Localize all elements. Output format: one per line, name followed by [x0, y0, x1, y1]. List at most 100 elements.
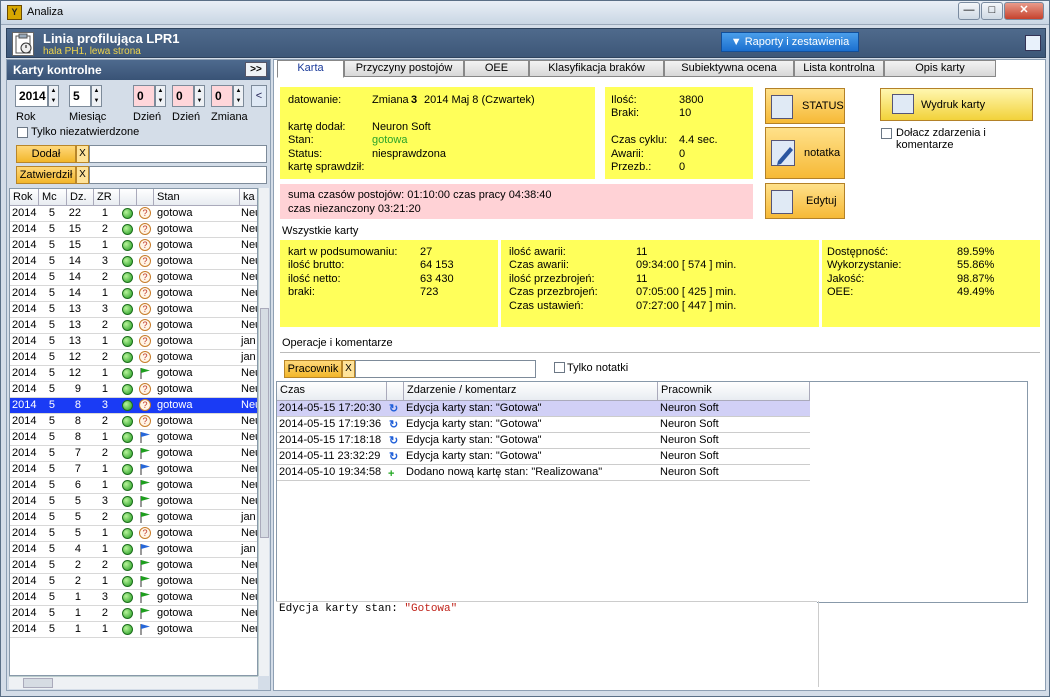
- added-by-button[interactable]: Dodał: [16, 145, 76, 163]
- col-status1[interactable]: [120, 189, 137, 206]
- status-button[interactable]: STATUS: [765, 88, 845, 124]
- col-rok[interactable]: Rok: [10, 189, 39, 206]
- cards-vscroll-thumb[interactable]: [260, 308, 269, 538]
- col-mc[interactable]: Mc: [39, 189, 67, 206]
- month-field[interactable]: 5: [69, 85, 91, 107]
- edit-button[interactable]: Edytuj: [765, 183, 845, 219]
- shift-field[interactable]: 0: [211, 85, 233, 107]
- added-by-input[interactable]: [89, 145, 267, 163]
- collapse-button[interactable]: <: [251, 85, 267, 107]
- unapproved-checkbox[interactable]: [17, 127, 28, 138]
- day2-field[interactable]: 0: [172, 85, 194, 107]
- table-row[interactable]: 20145133?gotowaNeu: [10, 302, 257, 318]
- shift-stepper[interactable]: ▲ ▼: [233, 85, 244, 107]
- window-icon[interactable]: [1025, 35, 1041, 51]
- worker-filter-clear[interactable]: X: [342, 360, 355, 378]
- expand-button[interactable]: >>: [245, 62, 267, 77]
- attach-events-checkbox[interactable]: [881, 128, 892, 139]
- col-icon[interactable]: [387, 382, 404, 401]
- tab-0[interactable]: Karta: [277, 60, 344, 78]
- table-row[interactable]: 20145141?gotowaNeu: [10, 286, 257, 302]
- table-row[interactable]: 2014551?gotowaNeu: [10, 526, 257, 542]
- row-month: 5: [48, 207, 55, 219]
- col-time[interactable]: Czas: [277, 382, 387, 401]
- col-status2[interactable]: [137, 189, 154, 206]
- row-month: 5: [48, 399, 55, 411]
- row-day: 7: [74, 447, 81, 459]
- col-worker[interactable]: Pracownik: [658, 382, 810, 401]
- table-row[interactable]: 20145132?gotowaNeu: [10, 318, 257, 334]
- table-row[interactable]: 2014582?gotowaNeu: [10, 414, 257, 430]
- tab-6[interactable]: Opis karty: [884, 60, 996, 77]
- only-notes-checkbox[interactable]: [554, 362, 565, 373]
- table-row[interactable]: 2014572gotowaNeu: [10, 446, 257, 462]
- table-row[interactable]: 20145151?gotowaNeu: [10, 238, 257, 254]
- ops-row[interactable]: 2014-05-15 17:20:30 ↻ Edycja karty stan: "…: [277, 401, 810, 417]
- table-row[interactable]: 2014522gotowaNeu: [10, 558, 257, 574]
- tab-1[interactable]: Przyczyny postojów: [344, 60, 464, 77]
- day1-field[interactable]: 0: [133, 85, 155, 107]
- question-icon: ?: [139, 527, 151, 539]
- col2-label: ilość przezbrojeń:: [509, 272, 595, 285]
- table-row[interactable]: 2014 5 13 1? gotowa jan: [10, 334, 257, 350]
- table-row[interactable]: 2014 5 12 2? gotowa jan: [10, 350, 257, 366]
- table-row[interactable]: 2014561gotowaNeu: [10, 478, 257, 494]
- table-row[interactable]: 2014571gotowaNeu: [10, 462, 257, 478]
- reports-button[interactable]: ▼ Raporty i zestawienia: [721, 32, 859, 52]
- row-state: gotowa: [157, 415, 193, 427]
- table-row[interactable]: 2014511gotowaNeu: [10, 622, 257, 638]
- ops-row[interactable]: 2014-05-10 19:34:58 + Dodano nową kartę st…: [277, 465, 810, 481]
- col-ka[interactable]: ka: [240, 189, 257, 206]
- table-row[interactable]: 20145221?gotowaNeu: [10, 206, 257, 222]
- blue-flag-icon: [139, 543, 151, 555]
- table-row[interactable]: 2014553gotowaNeu: [10, 494, 257, 510]
- year-stepper[interactable]: ▲ ▼: [48, 85, 59, 107]
- tab-5[interactable]: Lista kontrolna: [794, 60, 884, 77]
- ops-vscroll[interactable]: [1027, 382, 1028, 602]
- ok-status-icon: [122, 208, 133, 219]
- col-stan[interactable]: Stan: [154, 189, 240, 206]
- tab-2[interactable]: OEE: [464, 60, 529, 77]
- added-by-clear-button[interactable]: X: [76, 145, 89, 163]
- day1-stepper[interactable]: ▲ ▼: [155, 85, 166, 107]
- table-row[interactable]: 20145143?gotowaNeu: [10, 254, 257, 270]
- table-row[interactable]: 2014521gotowaNeu: [10, 574, 257, 590]
- col-zr[interactable]: ZR: [94, 189, 120, 206]
- worker-filter-input[interactable]: [355, 360, 536, 378]
- cards-hscroll[interactable]: [9, 676, 258, 689]
- ops-row[interactable]: 2014-05-15 17:18:18 ↻ Edycja karty stan: "…: [277, 433, 810, 449]
- approved-by-input[interactable]: [89, 166, 267, 184]
- table-row[interactable]: 20145142?gotowaNeu: [10, 270, 257, 286]
- row-state: gotowa: [157, 207, 193, 219]
- day2-stepper[interactable]: ▲ ▼: [194, 85, 205, 107]
- table-row[interactable]: 2014512gotowaNeu: [10, 606, 257, 622]
- table-row[interactable]: 2014591?gotowaNeu: [10, 382, 257, 398]
- year-field[interactable]: 2014: [15, 85, 48, 107]
- table-row[interactable]: 20145121gotowaNeu: [10, 366, 257, 382]
- close-button[interactable]: ✕: [1004, 2, 1044, 20]
- table-row[interactable]: 2014513gotowaNeu: [10, 590, 257, 606]
- table-row[interactable]: 20145152?gotowaNeu: [10, 222, 257, 238]
- minimize-button[interactable]: —: [958, 2, 980, 20]
- approved-by-button[interactable]: Zatwierdził: [16, 166, 76, 184]
- note-button[interactable]: notatka: [765, 127, 845, 179]
- month-stepper[interactable]: ▲ ▼: [91, 85, 102, 107]
- tab-4[interactable]: Subiektywna ocena: [664, 60, 794, 77]
- table-row[interactable]: 2014 5 5 2 gotowa jan: [10, 510, 257, 526]
- col-dz[interactable]: Dz.: [67, 189, 94, 206]
- worker-filter-button[interactable]: Pracownik: [284, 360, 342, 378]
- cards-vscroll[interactable]: [258, 188, 269, 676]
- tab-3[interactable]: Klasyfikacja braków: [529, 60, 664, 77]
- ops-row[interactable]: 2014-05-15 17:19:36 ↻ Edycja karty stan: "…: [277, 417, 810, 433]
- table-row[interactable]: 2014 5 4 1 gotowa jan: [10, 542, 257, 558]
- print-button[interactable]: Wydruk karty: [880, 88, 1033, 121]
- row-day: 14: [68, 271, 81, 283]
- ops-row[interactable]: 2014-05-11 23:32:29 ↻ Edycja karty stan: "…: [277, 449, 810, 465]
- approved-by-clear-button[interactable]: X: [76, 166, 89, 184]
- maximize-button[interactable]: □: [981, 2, 1003, 20]
- table-row[interactable]: 2014581gotowaNeu: [10, 430, 257, 446]
- cards-hscroll-thumb[interactable]: [23, 678, 53, 688]
- row-shift: 3: [101, 303, 108, 315]
- table-row[interactable]: 2014583?gotowaNeu: [10, 398, 257, 414]
- col-event[interactable]: Zdarzenie / komentarz: [404, 382, 658, 401]
